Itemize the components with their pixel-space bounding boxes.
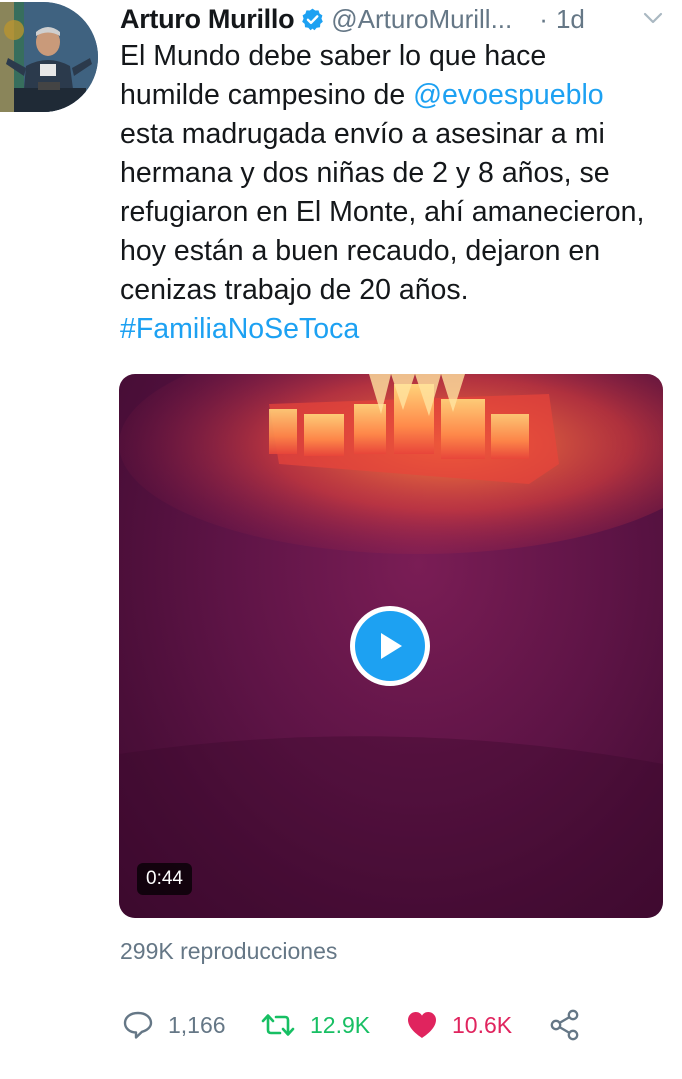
share-button[interactable] <box>548 1005 582 1045</box>
video-duration: 0:44 <box>137 863 192 895</box>
author-handle[interactable]: @ArturoMurill... <box>331 4 527 35</box>
tweet-body: El Mundo debe saber lo que hace humilde … <box>120 37 660 349</box>
heart-icon <box>406 1010 438 1040</box>
reply-count: 1,166 <box>168 1011 226 1038</box>
hashtag-link[interactable]: #FamiliaNoSeToca <box>120 310 660 349</box>
tweet-text-line: refugiaron en El Monte, ahí amanecieron, <box>120 196 645 228</box>
reply-button[interactable]: 1,166 <box>122 1005 226 1045</box>
avatar[interactable] <box>0 2 98 112</box>
tweet-text-segment: humilde campesino de <box>120 79 414 111</box>
tweet-text-line: cenizas trabajo de 20 años. <box>120 274 469 306</box>
like-button[interactable]: 10.6K <box>406 1005 512 1045</box>
separator-dot: · <box>539 3 548 34</box>
tweet-text-line: hoy están a buen recaudo, dejaron en <box>120 235 601 267</box>
like-count: 10.6K <box>452 1011 513 1038</box>
view-count: 299K reproducciones <box>120 938 338 964</box>
video-player[interactable]: 0:44 <box>119 374 663 918</box>
tweet-header: Arturo Murillo @ArturoMurill... · 1d <box>120 0 675 38</box>
retweet-icon <box>260 1012 296 1038</box>
reply-icon <box>122 1010 154 1040</box>
play-button[interactable] <box>350 606 430 686</box>
tweet-text-line: El Mundo debe saber lo que hace <box>120 40 547 72</box>
retweet-button[interactable]: 12.9K <box>260 1005 370 1045</box>
tweet-text-line: hermana y dos niñas de 2 y 8 años, se <box>120 157 610 189</box>
verified-badge-icon <box>300 7 325 32</box>
tweet-text-line: esta madrugada envío a asesinar a mi <box>120 118 605 150</box>
action-bar: 1,166 12.9K 10.6K <box>120 1005 600 1045</box>
tweet-text-line: humilde campesino de @evoespueblo <box>120 76 660 115</box>
share-icon <box>548 1009 582 1041</box>
play-icon <box>355 611 425 681</box>
chevron-down-icon[interactable] <box>642 10 664 26</box>
tweet-timestamp[interactable]: 1d <box>556 4 585 35</box>
mention-link[interactable]: @evoespueblo <box>413 79 604 111</box>
retweet-count: 12.9K <box>310 1011 371 1038</box>
author-name[interactable]: Arturo Murillo <box>120 4 295 35</box>
